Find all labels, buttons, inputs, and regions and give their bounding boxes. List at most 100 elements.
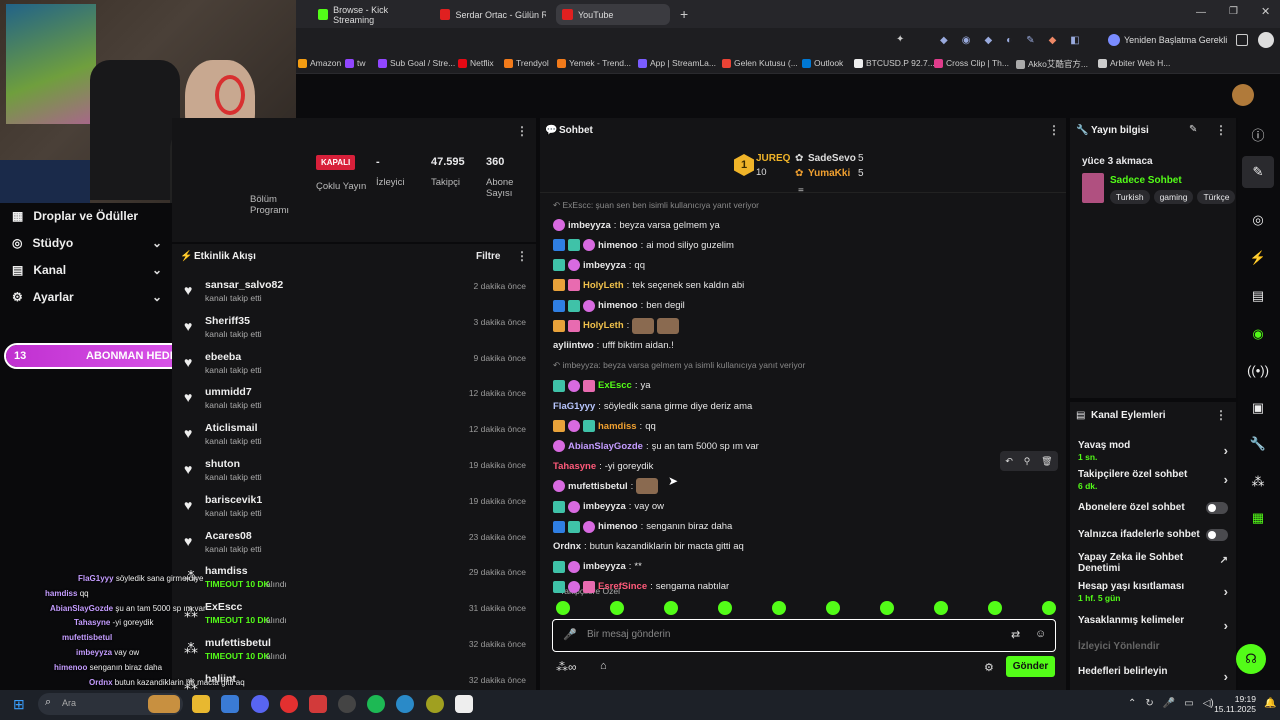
- translate-icon[interactable]: ⇄: [1011, 628, 1020, 641]
- chat-message[interactable]: ↶ imbeyyza: beyza varsa gelmem ya isimli…: [553, 357, 1058, 375]
- bookmark-item[interactable]: Netflix: [458, 58, 494, 68]
- points-icon[interactable]: ⁂∞: [556, 660, 577, 674]
- chat-username[interactable]: FlaG1yyy: [553, 401, 595, 412]
- bookmark-item[interactable]: Arbiter Web H...: [1098, 58, 1170, 68]
- channel-action-7[interactable]: Yasaklanmış kelimeler ›: [1078, 615, 1228, 633]
- chat-input[interactable]: 🎤 Bir mesaj gönderin ⇄ ☺: [552, 619, 1056, 652]
- extension-icon[interactable]: ◐: [1006, 35, 1012, 46]
- focus-icon[interactable]: ◎: [1242, 204, 1274, 236]
- activity-item[interactable]: ♥ sansar_salvo82 kanalı takip etti 2 dakika…: [180, 279, 530, 315]
- chat-username[interactable]: himenoo: [598, 300, 638, 311]
- more-icon[interactable]: ⋮: [516, 124, 528, 138]
- vivaldi-icon[interactable]: [280, 695, 298, 713]
- toggle-switch[interactable]: [1206, 529, 1228, 541]
- activity-item[interactable]: ♥ bariscevik1 kanalı takip etti 19 dakika ö…: [180, 494, 530, 530]
- bookmark-item[interactable]: Sub Goal / Stre...: [378, 58, 455, 68]
- info-icon[interactable]: ⓘ: [1242, 118, 1274, 150]
- app-icon[interactable]: [396, 695, 414, 713]
- emote-icon[interactable]: [934, 601, 948, 615]
- channel-action-6[interactable]: Hesap yaşı kısıtlaması 1 hf. 5 gün ›: [1078, 581, 1228, 603]
- bookmark-item[interactable]: BTCUSD.P 92.7...: [854, 58, 935, 68]
- restart-required-button[interactable]: Yeniden Başlatma Gerekli: [1108, 34, 1227, 46]
- emote-icon[interactable]: [988, 601, 1002, 615]
- activity-item[interactable]: ♥ ebeeba kanalı takip etti 9 dakika önce: [180, 351, 530, 387]
- emote-icon[interactable]: [718, 601, 732, 615]
- chat-username[interactable]: mufettisbetul: [568, 481, 628, 492]
- activity-item[interactable]: ♥ shuton kanalı takip etti 19 dakika önce: [180, 458, 530, 494]
- chat-username[interactable]: ayliintwo: [553, 340, 594, 351]
- channel-action-1[interactable]: Yavaş mod 1 sn. ›: [1078, 440, 1228, 462]
- chat-username[interactable]: HolyLeth: [583, 320, 624, 331]
- bookmark-icon[interactable]: ✦: [896, 34, 904, 45]
- send-button[interactable]: Gönder: [1006, 656, 1055, 677]
- sidebar-item-settings[interactable]: ⚙ Ayarlar ⌄: [12, 290, 162, 304]
- obs-icon[interactable]: [455, 695, 473, 713]
- chat-username[interactable]: HolyLeth: [583, 280, 624, 291]
- filter-button[interactable]: Filtre: [476, 251, 500, 262]
- chat-username[interactable]: imbeyyza: [583, 561, 626, 572]
- channel-action-4[interactable]: Yalnızca ifadelerle sohbet: [1078, 529, 1228, 541]
- broadcast-icon[interactable]: ((•)): [1242, 354, 1274, 386]
- store-icon[interactable]: ⌂: [600, 660, 607, 672]
- minimize-icon[interactable]: —: [1196, 7, 1206, 18]
- discord-icon[interactable]: [251, 695, 269, 713]
- emote-icon[interactable]: [880, 601, 894, 615]
- more-icon[interactable]: ⋮: [1215, 408, 1227, 422]
- edit-icon[interactable]: ✎: [1242, 156, 1274, 188]
- activity-item[interactable]: ⁂ mufettisbetul TIMEOUT 10 DK alındı 32 daki…: [180, 637, 530, 673]
- document-icon[interactable]: ▤: [1242, 280, 1274, 312]
- more-icon[interactable]: ⋮: [516, 249, 528, 263]
- tab-music[interactable]: Serdar Ortac - Gülün Rengi: [434, 4, 552, 25]
- chat-message[interactable]: himenoo: ai mod siliyo guzelim: [553, 236, 1058, 254]
- extension-icon[interactable]: ◆: [940, 35, 948, 46]
- network-icon[interactable]: ▭: [1184, 698, 1193, 709]
- more-icon[interactable]: ⋮: [1048, 123, 1060, 137]
- maximize-icon[interactable]: ❐: [1229, 6, 1238, 17]
- chat-message[interactable]: himenoo: senganın biraz daha: [553, 518, 1058, 536]
- chat-username[interactable]: Ordnx: [553, 541, 581, 552]
- app-icon[interactable]: ▦: [1242, 502, 1274, 534]
- chat-username[interactable]: EsrefSince: [598, 581, 647, 592]
- chat-username[interactable]: himenoo: [598, 240, 638, 251]
- tab-kick[interactable]: Browse - Kick Streaming: [312, 4, 430, 25]
- windows-start-icon[interactable]: ⊞: [13, 696, 25, 713]
- chat-username[interactable]: Tahasyne: [553, 461, 596, 472]
- bookmark-item[interactable]: Trendyol: [504, 58, 549, 68]
- notification-icon[interactable]: 🔔: [1264, 698, 1276, 709]
- mic-icon[interactable]: 🎤: [1163, 698, 1175, 709]
- bookmark-item[interactable]: App | StreamLa...: [638, 58, 716, 68]
- flash-icon[interactable]: ⚡: [1242, 242, 1274, 274]
- wrench-icon[interactable]: 🔧: [1242, 428, 1274, 460]
- activity-item[interactable]: ⁂ hamdiss TIMEOUT 10 DK alındı 29 dakika önc…: [180, 565, 530, 601]
- emote-icon[interactable]: [772, 601, 786, 615]
- activity-item[interactable]: ♥ Sheriff35 kanalı takip etti 3 dakika önce: [180, 315, 530, 351]
- emote-icon[interactable]: [664, 601, 678, 615]
- chat-username[interactable]: himenoo: [598, 521, 638, 532]
- emote-icon[interactable]: [610, 601, 624, 615]
- bookmark-item[interactable]: Cross Clip | Th...: [934, 58, 1009, 68]
- app-icon[interactable]: [426, 695, 444, 713]
- chat-message[interactable]: Tahasyne: -yi goreydik: [553, 457, 1058, 475]
- chat-message[interactable]: HolyLeth:: [553, 317, 1058, 335]
- toggle-switch[interactable]: [1206, 502, 1228, 514]
- layout-icon[interactable]: ▣: [1242, 392, 1274, 424]
- sidebar-item-drops[interactable]: ▦ Droplar ve Ödüller: [12, 209, 162, 223]
- chat-message[interactable]: ↶ ExEscc: şuan sen ben isimli kullanıcıy…: [553, 196, 1058, 214]
- apps-icon[interactable]: [1236, 34, 1248, 46]
- extension-icon[interactable]: ◧: [1070, 35, 1079, 46]
- chat-message[interactable]: imbeyyza: qq: [553, 256, 1058, 274]
- support-button[interactable]: ☊: [1236, 644, 1266, 674]
- channel-action-5[interactable]: Yapay Zeka ile Sohbet Denetimi ↗: [1078, 552, 1228, 574]
- streamlabs-icon[interactable]: [309, 695, 327, 713]
- chat-username[interactable]: ExEscc: [598, 380, 632, 391]
- edit-icon[interactable]: ✎: [1189, 124, 1197, 135]
- chat-message[interactable]: HolyLeth: tek seçenek sen kaldın abi: [553, 276, 1058, 294]
- chat-username[interactable]: AbianSlayGozde: [568, 441, 643, 452]
- bookmark-item[interactable]: Akko艾酷官方...: [1016, 58, 1088, 70]
- sync-icon[interactable]: ↻: [1145, 698, 1153, 709]
- taskbar-search[interactable]: ⌕ Ara: [38, 693, 183, 715]
- extension-icon[interactable]: ◉: [962, 35, 971, 46]
- chat-message[interactable]: EsrefSince: sengama nabtılar: [553, 578, 1058, 596]
- bookmark-item[interactable]: Gelen Kutusu (...: [722, 58, 798, 68]
- bookmark-item[interactable]: tw: [345, 58, 366, 68]
